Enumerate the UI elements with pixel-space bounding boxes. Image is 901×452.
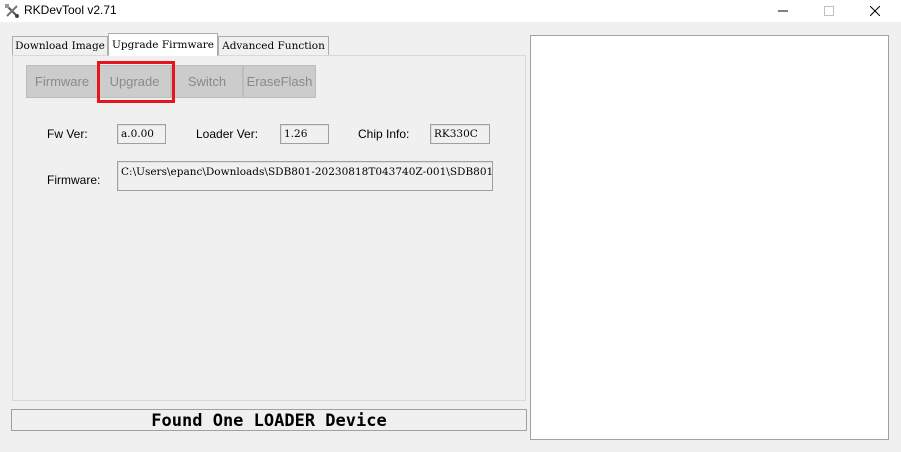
fw-ver-label: Fw Ver: <box>47 127 88 141</box>
tab-download-image[interactable]: Download Image <box>12 36 108 55</box>
chip-info-field[interactable]: RK330C <box>430 124 490 144</box>
close-icon <box>870 6 880 16</box>
status-bar: Found One LOADER Device <box>11 409 527 431</box>
log-output-pane[interactable] <box>530 35 889 440</box>
tab-advanced-function[interactable]: Advanced Function <box>218 36 329 55</box>
fw-ver-field[interactable]: a.0.00 <box>117 124 166 144</box>
minimize-icon <box>778 10 788 12</box>
loader-ver-label: Loader Ver: <box>196 127 259 141</box>
upgrade-highlight-box <box>97 61 175 103</box>
chip-info-label: Chip Info: <box>358 127 410 141</box>
close-button[interactable] <box>852 0 898 22</box>
status-message: Found One LOADER Device <box>151 411 387 431</box>
eraseflash-button[interactable]: EraseFlash <box>243 65 316 98</box>
app-tools-icon <box>5 4 19 18</box>
title-bar: RKDevTool v2.71 <box>0 0 901 22</box>
tab-upgrade-firmware[interactable]: Upgrade Firmware <box>108 33 218 56</box>
window-title: RKDevTool v2.71 <box>24 3 117 17</box>
minimize-button[interactable] <box>760 0 806 22</box>
firmware-path-field[interactable]: C:\Users\epanc\Downloads\SDB801-20230818… <box>117 161 493 191</box>
maximize-icon <box>824 6 834 16</box>
loader-ver-field[interactable]: 1.26 <box>280 124 329 144</box>
firmware-path-label: Firmware: <box>47 173 101 187</box>
upgrade-firmware-panel <box>12 55 526 401</box>
maximize-button[interactable] <box>806 0 852 22</box>
firmware-button[interactable]: Firmware <box>26 65 98 98</box>
switch-button[interactable]: Switch <box>171 65 243 98</box>
